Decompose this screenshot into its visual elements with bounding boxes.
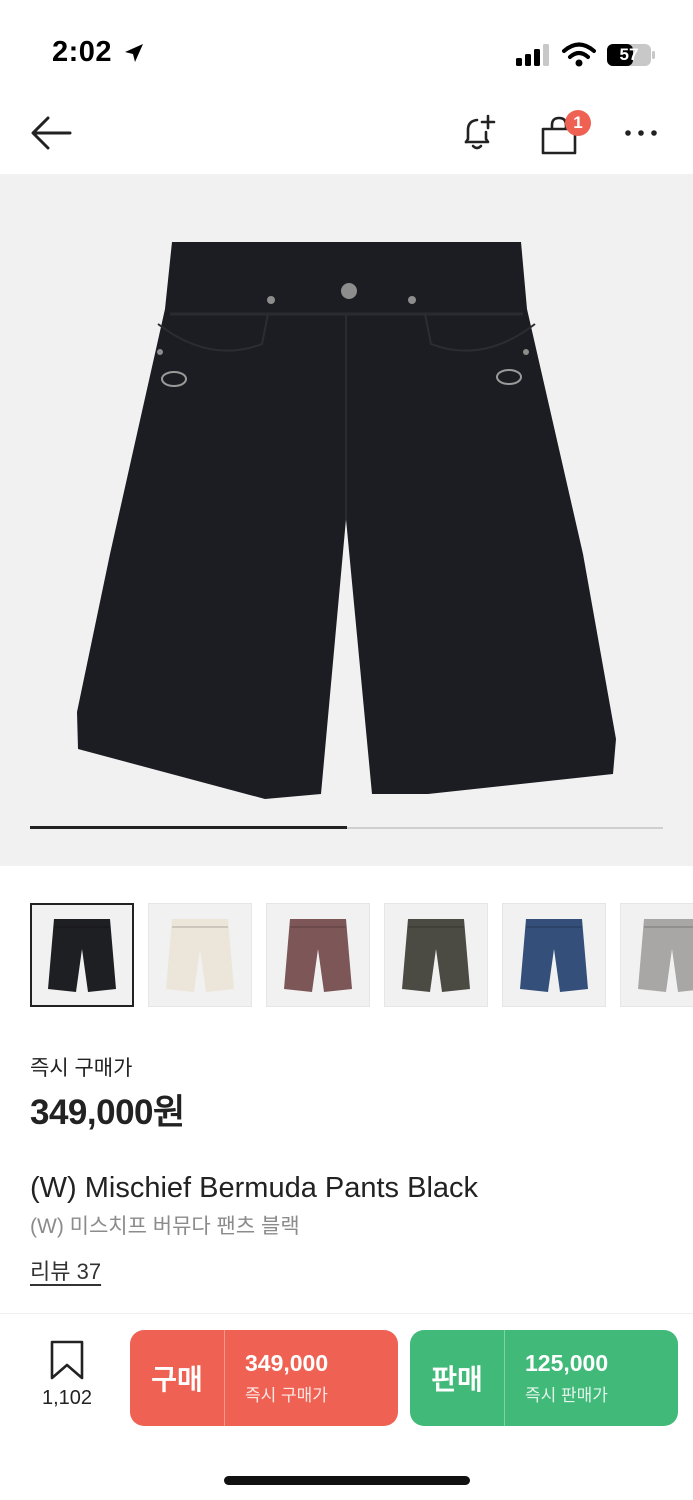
top-nav: 1 bbox=[0, 100, 693, 174]
price-label: 즉시 구매가 bbox=[30, 1057, 133, 1080]
sell-price: 125,000 bbox=[525, 1350, 609, 1376]
buy-price: 349,000 bbox=[245, 1350, 329, 1376]
bookmark-icon bbox=[50, 1340, 84, 1380]
reviews-link[interactable]: 리뷰 37 bbox=[30, 1254, 101, 1286]
status-bar: 2:02 57 bbox=[0, 0, 693, 100]
home-indicator bbox=[224, 1476, 470, 1485]
notification-add-icon[interactable] bbox=[458, 112, 500, 154]
time-text: 2:02 bbox=[52, 36, 113, 68]
gallery-progress-bar bbox=[30, 826, 663, 829]
bookmark-button[interactable]: 1,102 bbox=[24, 1340, 110, 1420]
cart-button[interactable]: 1 bbox=[538, 110, 598, 160]
thumbnail-burgundy[interactable] bbox=[266, 903, 370, 1007]
thumbnail-light-grey[interactable] bbox=[620, 903, 693, 1007]
buy-button[interactable]: 구매 349,000 즉시 구매가 bbox=[130, 1330, 398, 1426]
sell-label: 판매 bbox=[431, 1364, 483, 1395]
location-arrow-icon bbox=[125, 43, 144, 62]
cellular-signal-icon bbox=[516, 44, 549, 66]
buy-label: 구매 bbox=[151, 1364, 203, 1395]
battery-indicator: 57 bbox=[607, 44, 655, 66]
sell-button[interactable]: 판매 125,000 즉시 판매가 bbox=[410, 1330, 678, 1426]
product-name-en: (W) Mischief Bermuda Pants Black bbox=[30, 1172, 479, 1204]
wifi-icon bbox=[562, 42, 596, 67]
battery-level: 57 bbox=[619, 45, 639, 64]
shorts-thumbnail-image bbox=[166, 919, 234, 992]
shorts-thumbnail-image bbox=[402, 919, 470, 992]
product-name-ko: (W) 미스치프 버뮤다 팬츠 블랙 bbox=[30, 1215, 300, 1238]
product-image-gallery[interactable] bbox=[0, 174, 693, 866]
buy-sub: 즉시 구매가 bbox=[245, 1386, 328, 1405]
thumbnail-washed-grey[interactable] bbox=[384, 903, 488, 1007]
shorts-thumbnail-image bbox=[48, 919, 116, 992]
color-variant-thumbnails bbox=[30, 903, 693, 1007]
bookmark-count: 1,102 bbox=[41, 1387, 93, 1409]
thumbnail-black[interactable] bbox=[30, 903, 134, 1007]
back-arrow-icon[interactable] bbox=[30, 115, 72, 151]
divider bbox=[0, 1313, 693, 1314]
product-image bbox=[77, 242, 616, 799]
gallery-progress-fill bbox=[30, 826, 347, 829]
more-options-icon[interactable] bbox=[624, 128, 658, 138]
sell-sub: 즉시 판매가 bbox=[525, 1386, 608, 1405]
price-value: 349,000원 bbox=[30, 1093, 185, 1132]
shorts-thumbnail-image bbox=[638, 919, 693, 992]
cart-count-badge: 1 bbox=[565, 110, 591, 136]
clock: 2:02 bbox=[52, 36, 146, 69]
shorts-thumbnail-image bbox=[520, 919, 588, 992]
thumbnail-cream[interactable] bbox=[148, 903, 252, 1007]
thumbnail-blue-denim[interactable] bbox=[502, 903, 606, 1007]
shorts-thumbnail-image bbox=[284, 919, 352, 992]
